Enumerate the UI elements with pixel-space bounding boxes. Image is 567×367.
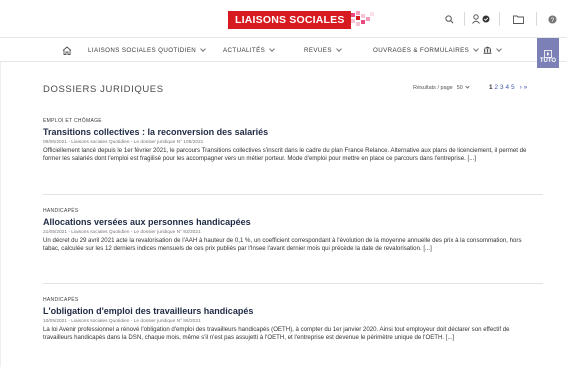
- next-page-button[interactable]: ›: [520, 84, 522, 91]
- nav-actualites[interactable]: ACTUALITÉS: [223, 38, 276, 62]
- user-icon[interactable]: [465, 0, 499, 38]
- article-category: EMPLOI ET CHÔMAGE: [43, 118, 102, 124]
- results-label: Résultats / page: [413, 85, 453, 91]
- chevron-down-icon: [496, 45, 502, 52]
- svg-text:?: ?: [550, 16, 554, 23]
- nav-ouvrages-formulaires[interactable]: OUVRAGES & FORMULAIRES: [373, 38, 479, 62]
- page-3[interactable]: 3: [500, 84, 504, 91]
- pagination: 1 2 3 4 5 › »: [489, 84, 527, 91]
- left-edge: [0, 38, 1, 367]
- nav-label: REVUES: [304, 46, 332, 54]
- nav-revues[interactable]: REVUES: [304, 38, 342, 62]
- list-item: HANDICAPÉS Allocations versées aux perso…: [43, 208, 533, 254]
- bank-icon[interactable]: [483, 38, 502, 62]
- chevron-down-icon: [336, 45, 342, 52]
- article-meta: 21/05/2021 - Liaisons sociales Quotidien…: [43, 230, 201, 235]
- chevron-down-icon: [473, 45, 479, 52]
- article-meta: 09/06/2021 - Liaisons sociales Quotidien…: [43, 140, 204, 145]
- article-title[interactable]: Transitions collectives : la reconversio…: [43, 127, 533, 137]
- list-item: EMPLOI ET CHÔMAGE Transitions collective…: [43, 118, 533, 164]
- tuto-label: TUTO: [539, 58, 557, 64]
- chevron-down-icon: [200, 45, 206, 52]
- article-category: HANDICAPÉS: [43, 297, 79, 303]
- chevron-down-icon: [465, 84, 470, 89]
- nav-label: ACTUALITÉS: [223, 46, 266, 54]
- nav-label: OUVRAGES & FORMULAIRES: [373, 46, 470, 54]
- article-category: HANDICAPÉS: [43, 208, 79, 214]
- logo-text: LIAISONS SOCIALES: [228, 11, 351, 29]
- results-per-page[interactable]: Résultats / page 50: [413, 84, 470, 91]
- article-excerpt: La loi Avenir professionnel a rénové l'o…: [43, 326, 510, 342]
- page-2[interactable]: 2: [495, 84, 499, 91]
- article-title[interactable]: L'obligation d'emploi des travailleurs h…: [43, 306, 533, 316]
- nav-label: LIAISONS SOCIALES QUOTIDIEN: [88, 46, 197, 54]
- chevron-down-icon: [269, 45, 276, 52]
- main-nav: LIAISONS SOCIALES QUOTIDIEN ACTUALITÉS R…: [0, 38, 567, 62]
- tuto-button[interactable]: TUTO: [537, 38, 559, 68]
- article-excerpt: Officiellement lancé depuis le 1er févri…: [43, 147, 527, 163]
- help-icon[interactable]: ?: [537, 0, 567, 38]
- divider: [43, 283, 543, 284]
- article-title[interactable]: Allocations versées aux personnes handic…: [43, 217, 533, 227]
- logo-mosaic: [350, 11, 377, 29]
- page-5[interactable]: 5: [511, 84, 515, 91]
- page-4[interactable]: 4: [506, 84, 510, 91]
- search-icon[interactable]: [434, 0, 464, 38]
- home-icon[interactable]: [62, 38, 72, 62]
- top-header: LIAISONS SOCIALES ?: [0, 0, 567, 38]
- results-value: 50: [456, 85, 463, 91]
- article-excerpt: Un décret du 29 avril 2021 acte la reval…: [43, 237, 522, 253]
- last-page-button[interactable]: »: [524, 84, 528, 91]
- play-icon: [544, 50, 552, 58]
- divider: [43, 194, 543, 195]
- site-logo[interactable]: LIAISONS SOCIALES: [228, 11, 377, 29]
- page-title: DOSSIERS JURIDIQUES: [43, 84, 164, 95]
- page-1[interactable]: 1: [489, 84, 493, 91]
- nav-liaisons-sociales-quotidien[interactable]: LIAISONS SOCIALES QUOTIDIEN: [88, 38, 206, 62]
- list-item: HANDICAPÉS L'obligation d'emploi des tra…: [43, 297, 533, 343]
- folder-icon[interactable]: [500, 0, 536, 38]
- article-meta: 10/05/2021 - Liaisons sociales Quotidien…: [43, 319, 201, 324]
